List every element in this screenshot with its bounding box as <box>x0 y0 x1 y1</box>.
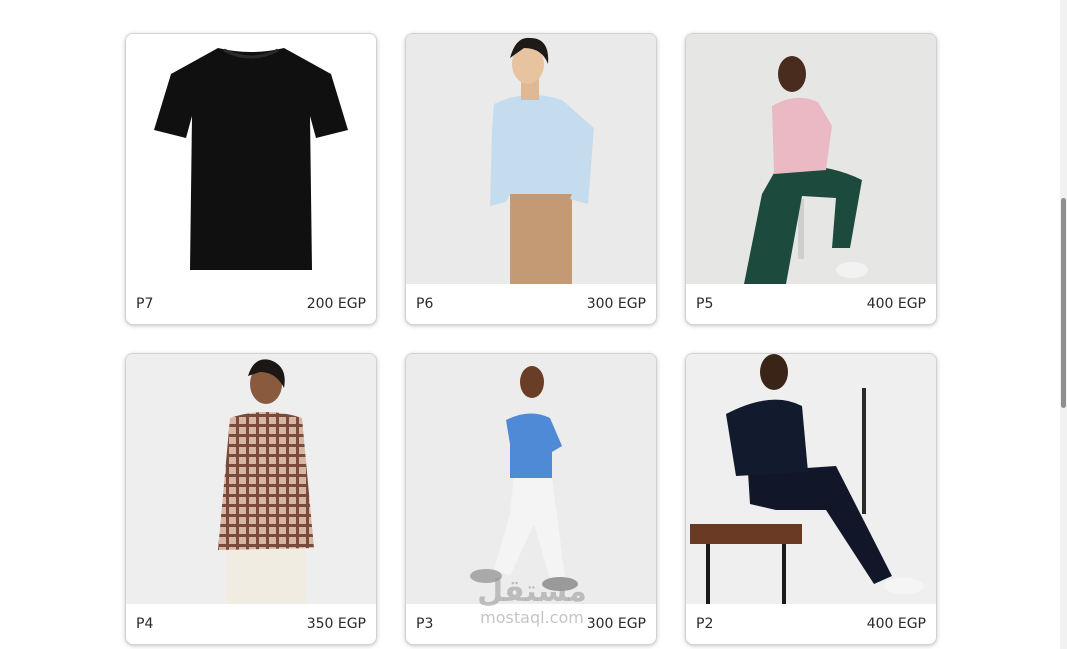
scrollbar-thumb[interactable] <box>1061 198 1066 408</box>
product-image[interactable] <box>686 354 936 604</box>
product-image[interactable] <box>406 354 656 604</box>
product-grid: P7 200 EGP P6 300 EGP P5 400 EGP P4 350 … <box>0 0 1067 649</box>
product-image[interactable] <box>126 34 376 284</box>
product-name: P3 <box>416 616 434 632</box>
product-card[interactable]: P2 400 EGP <box>685 353 937 645</box>
product-image[interactable] <box>126 354 376 604</box>
product-image[interactable] <box>406 34 656 284</box>
product-name: P2 <box>696 616 714 632</box>
product-card[interactable]: P6 300 EGP <box>405 33 657 325</box>
product-card[interactable]: P4 350 EGP <box>125 353 377 645</box>
product-image[interactable] <box>686 34 936 284</box>
product-price: 400 EGP <box>866 616 926 632</box>
product-price: 200 EGP <box>306 296 366 312</box>
product-price: 350 EGP <box>306 616 366 632</box>
product-price: 300 EGP <box>586 616 646 632</box>
product-price: 400 EGP <box>866 296 926 312</box>
product-card[interactable]: P5 400 EGP <box>685 33 937 325</box>
product-name: P6 <box>416 296 434 312</box>
page-scrollbar[interactable] <box>1060 0 1067 649</box>
product-name: P7 <box>136 296 154 312</box>
product-card[interactable]: P3 300 EGP <box>405 353 657 645</box>
product-card[interactable]: P7 200 EGP <box>125 33 377 325</box>
product-price: 300 EGP <box>586 296 646 312</box>
product-name: P4 <box>136 616 154 632</box>
product-name: P5 <box>696 296 714 312</box>
